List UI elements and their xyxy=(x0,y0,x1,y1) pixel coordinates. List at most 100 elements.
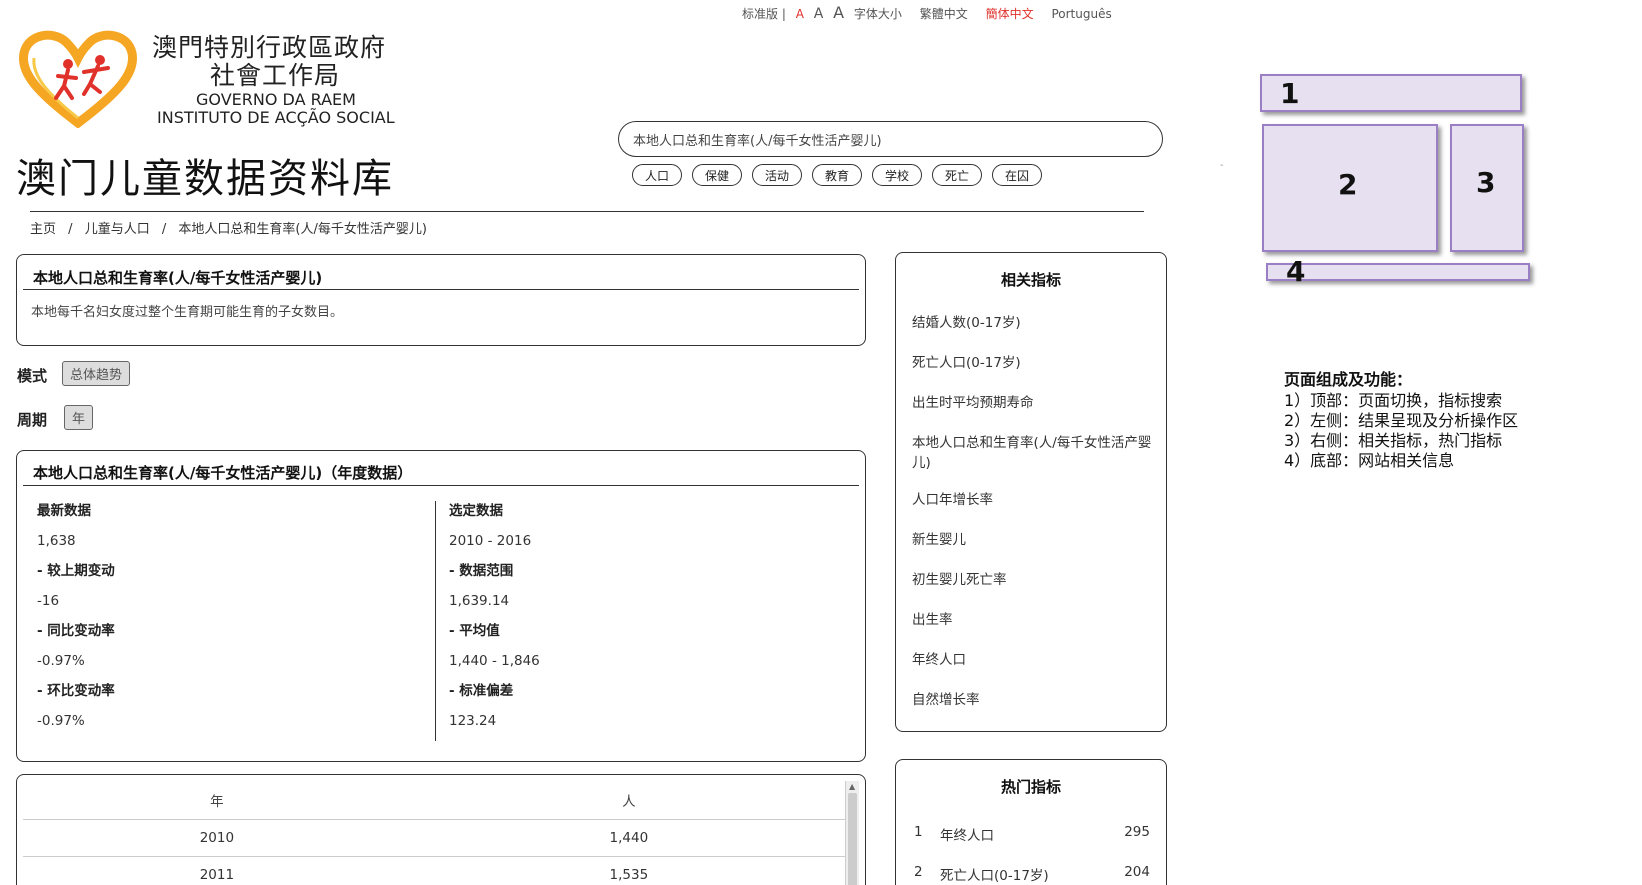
breadcrumb: 主页 / 儿童与人口 / 本地人口总和生育率(人/每千女性活产婴儿) xyxy=(30,218,435,237)
stat-value: 1,440 - 1,846 xyxy=(449,653,540,669)
column-divider xyxy=(435,501,436,741)
diagram-label-4: 4 xyxy=(1286,255,1306,288)
category-chips: 人口 保健 活动 教育 学校 死亡 在囚 xyxy=(632,164,1042,186)
stat-label: 最新数据 xyxy=(37,503,91,519)
category-chip-school[interactable]: 学校 xyxy=(872,164,922,186)
stat-value: -16 xyxy=(37,593,60,609)
font-size-medium-button[interactable]: A xyxy=(814,6,824,22)
table-scrollbar[interactable]: ▲ xyxy=(845,781,859,885)
ias-logo-icon[interactable] xyxy=(18,28,138,128)
standard-version-link[interactable]: 标准版 | xyxy=(742,7,786,21)
scrollbar-thumb[interactable] xyxy=(848,793,857,885)
hot-rank: 2 xyxy=(914,864,923,880)
scroll-up-arrow-icon[interactable]: ▲ xyxy=(849,782,855,791)
breadcrumb-current: 本地人口总和生育率(人/每千女性活产婴儿) xyxy=(178,222,427,237)
org-name-pt-line1: GOVERNO DA RAEM xyxy=(196,90,356,109)
related-indicators-title: 相关指标 xyxy=(1000,271,1061,289)
data-table: 年 人 2010 1,440 2011 1,535 xyxy=(23,781,847,885)
related-indicator-link[interactable]: 自然增长率 xyxy=(912,690,1152,710)
diagram-region-right: 3 xyxy=(1450,124,1524,252)
stat-label: - 较上期变动 xyxy=(37,563,115,579)
related-indicator-link[interactable]: 出生率 xyxy=(912,610,1152,630)
divider xyxy=(23,485,859,486)
font-size-small-button[interactable]: A xyxy=(796,7,804,21)
column-header-people: 人 xyxy=(410,781,847,820)
hot-rank: 1 xyxy=(914,824,923,840)
category-chip-death[interactable]: 死亡 xyxy=(932,164,982,186)
hot-name: 年终人口 xyxy=(940,828,994,844)
table-cell: 1,535 xyxy=(410,856,847,885)
hot-count: 295 xyxy=(1124,824,1150,840)
stat-label: - 标准偏差 xyxy=(449,683,514,699)
stat-value: -0.97% xyxy=(37,653,85,669)
category-chip-education[interactable]: 教育 xyxy=(812,164,862,186)
hot-count: 204 xyxy=(1124,864,1150,880)
stat-value: 1,639.14 xyxy=(449,593,510,609)
stat-value: 123.24 xyxy=(449,713,497,729)
header-divider xyxy=(30,211,1144,212)
org-name-pt-line2: INSTITUTO DE ACÇÃO SOCIAL xyxy=(157,108,395,127)
stat-label: - 数据范围 xyxy=(449,563,514,579)
diagram-label-3: 3 xyxy=(1476,166,1496,199)
mode-label: 模式 xyxy=(17,367,48,385)
stat-value: -0.97% xyxy=(37,713,85,729)
related-indicator-link[interactable]: 年终人口 xyxy=(912,650,1152,670)
diagram-region-bottom: 4 xyxy=(1266,255,1530,288)
stat-value: 1,638 xyxy=(37,533,76,549)
related-indicator-link[interactable]: 初生婴儿死亡率 xyxy=(912,570,1152,590)
indicator-description: 本地每千名妇女度过整个生育期可能生育的子女数目。 xyxy=(31,305,344,320)
stats-title: 本地人口总和生育率(人/每千女性活产婴儿)（年度数据） xyxy=(33,464,413,482)
indicator-title: 本地人口总和生育率(人/每千女性活产婴儿) xyxy=(33,269,323,287)
search-input[interactable] xyxy=(618,121,1163,157)
related-indicator-link[interactable]: 人口年增长率 xyxy=(912,490,1152,510)
category-chip-activity[interactable]: 活动 xyxy=(752,164,802,186)
category-chip-health[interactable]: 保健 xyxy=(692,164,742,186)
traditional-chinese-link[interactable]: 繁體中文 xyxy=(920,7,968,21)
org-name-cn-line2: 社會工作局 xyxy=(210,61,341,90)
stat-label: - 同比变动率 xyxy=(37,623,115,639)
related-indicator-link[interactable]: 死亡人口(0-17岁) xyxy=(912,353,1152,373)
stat-value: 2010 - 2016 xyxy=(449,533,532,549)
breadcrumb-separator: / xyxy=(161,222,167,237)
stat-label: 选定数据 xyxy=(449,503,503,519)
table-row: 2011 1,535 xyxy=(23,856,847,885)
period-year-button[interactable]: 年 xyxy=(64,405,94,430)
breadcrumb-separator: / xyxy=(68,222,73,237)
stats-right-column: 选定数据 2010 - 2016 - 数据范围 1,639.14 - 平均值 1… xyxy=(449,501,540,741)
mode-overall-trend-button[interactable]: 总体趋势 xyxy=(62,361,131,386)
indicator-info-panel: 本地人口总和生育率(人/每千女性活产婴儿) 本地每千名妇女度过整个生育期可能生育… xyxy=(16,254,866,346)
breadcrumb-home[interactable]: 主页 xyxy=(30,222,56,237)
breadcrumb-category[interactable]: 儿童与人口 xyxy=(85,222,150,237)
stats-left-column: 最新数据 1,638 - 较上期变动 -16 - 同比变动率 -0.97% - … xyxy=(37,501,115,741)
category-chip-population[interactable]: 人口 xyxy=(632,164,682,186)
font-size-label: 字体大小 xyxy=(853,7,902,21)
diagram-region-top: 1 xyxy=(1260,74,1522,112)
table-header-row: 年 人 xyxy=(23,781,847,820)
portuguese-link[interactable]: Português xyxy=(1051,7,1111,21)
stray-dash: - xyxy=(1220,160,1224,171)
table-row: 2010 1,440 xyxy=(23,819,847,857)
table-cell: 1,440 xyxy=(410,819,847,857)
font-size-large-button[interactable]: A xyxy=(833,3,844,22)
diagram-legend-item: 4）底部：网站相关信息 xyxy=(1284,451,1455,470)
stat-label: - 平均值 xyxy=(449,623,500,639)
data-table-panel: 年 人 2010 1,440 2011 1,535 ▲ xyxy=(16,774,866,885)
stat-label: - 环比变动率 xyxy=(37,683,115,699)
category-chip-prison[interactable]: 在囚 xyxy=(992,164,1042,186)
column-header-year: 年 xyxy=(23,781,411,820)
hot-indicators-panel: 热门指标 1 年终人口 295 2 死亡人口(0-17岁) 204 xyxy=(895,759,1167,885)
diagram-label-2: 2 xyxy=(1338,168,1358,201)
related-indicator-link[interactable]: 结婚人数(0-17岁) xyxy=(912,313,1152,333)
simplified-chinese-link[interactable]: 簡体中文 xyxy=(986,7,1034,21)
related-indicator-link[interactable]: 本地人口总和生育率(人/每千女性活产婴儿) xyxy=(912,433,1152,473)
related-indicators-panel: 相关指标 结婚人数(0-17岁) 死亡人口(0-17岁) 出生时平均预期寿命 本… xyxy=(895,252,1167,732)
divider xyxy=(23,289,859,290)
hot-indicators-title: 热门指标 xyxy=(1000,778,1061,796)
table-cell: 2011 xyxy=(23,856,411,885)
diagram-region-left: 2 xyxy=(1262,124,1438,252)
related-indicator-link[interactable]: 出生时平均预期寿命 xyxy=(912,393,1152,413)
period-label: 周期 xyxy=(17,411,48,429)
stats-panel: 本地人口总和生育率(人/每千女性活产婴儿)（年度数据） 最新数据 1,638 -… xyxy=(16,450,866,762)
related-indicator-link[interactable]: 新生婴儿 xyxy=(912,530,1152,550)
top-links: 标准版 | A A A 字体大小 繁體中文 簡体中文 Português xyxy=(742,3,1118,22)
